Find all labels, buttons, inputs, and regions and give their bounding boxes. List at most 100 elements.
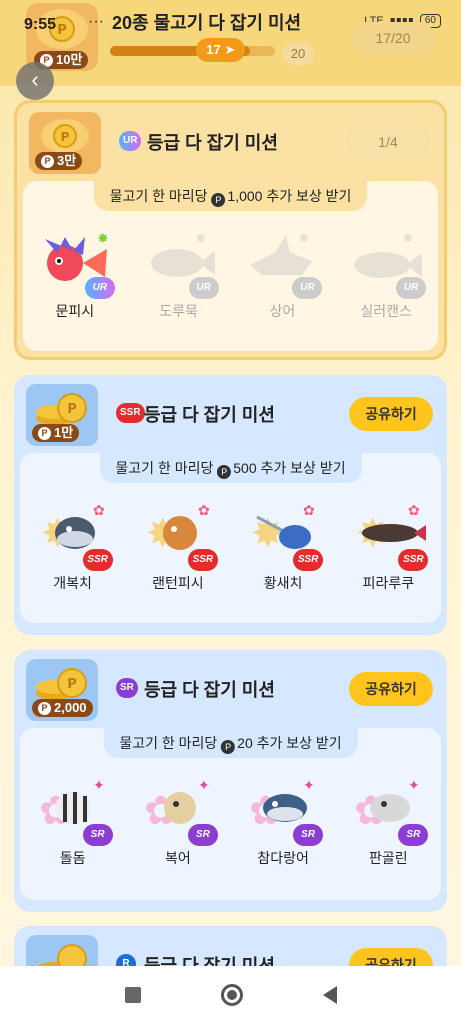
fish-item-pangolin[interactable]: ✿ ✦ SR 판골린 xyxy=(338,772,438,868)
ssr-tag: SSR xyxy=(82,549,113,571)
back-button[interactable]: ‹ xyxy=(16,62,54,100)
svg-text:✿: ✿ xyxy=(408,503,420,519)
svg-text:✦: ✦ xyxy=(198,778,210,794)
ur-tag: UR xyxy=(84,277,115,299)
hero-reward-value: 10만 xyxy=(56,52,83,67)
sr-reward-text: 물고기 한 마리당 xyxy=(119,735,218,751)
svg-text:✦: ✦ xyxy=(303,778,315,794)
sr-reward-pill: 물고기 한 마리당 P 20 추가 보상 받기 xyxy=(103,728,358,758)
ssr-reward-amount: 500 추가 보상 받기 xyxy=(233,460,346,476)
svg-text:✿: ✿ xyxy=(93,503,105,519)
top-mission-banner: P P10만 9:55 ··· LTE ▮▮▮▮ 60 20종 물고기 다 잡기… xyxy=(0,0,461,86)
ssr-tag: SSR xyxy=(187,549,218,571)
svg-text:P: P xyxy=(67,677,77,692)
ur-reward-pill: 물고기 한 마리당 P 1,000 추가 보상 받기 xyxy=(93,181,368,211)
ur-reward-value: 3만 xyxy=(57,153,77,168)
fish-name: 돌돔 xyxy=(59,850,86,866)
fish-item-arapaima[interactable]: ✸ ✿ SSR 피라루쿠 xyxy=(338,497,438,593)
fish-item-coelacanth[interactable]: ✸ UR 실러캔스 xyxy=(336,225,436,321)
ssr-reward-pill: 물고기 한 마리당 P 500 추가 보상 받기 xyxy=(99,453,362,483)
system-navigation-bar xyxy=(0,966,461,1024)
fish-name: 문피시 xyxy=(55,303,95,319)
coin-stack-thumb: P P 2,000 xyxy=(26,659,98,721)
fish-name: 상어 xyxy=(269,303,296,319)
ssr-reward-text: 물고기 한 마리당 xyxy=(115,460,214,476)
svg-text:✸: ✸ xyxy=(251,511,285,557)
svg-text:✿: ✿ xyxy=(303,503,315,519)
fish-item-sandfish[interactable]: ✸ UR 도루묵 xyxy=(129,225,229,321)
fish-item-swordfish[interactable]: ✸ ✿ SSR 황새치 xyxy=(233,497,333,593)
sr-tag: SR xyxy=(82,824,113,846)
status-time: 9:55 xyxy=(24,16,57,33)
back-icon[interactable] xyxy=(322,986,337,1004)
sr-share-button[interactable]: 공유하기 xyxy=(349,672,433,706)
fish-item-rock-bream[interactable]: ✿ ✦ SR 돌돔 xyxy=(23,772,123,868)
sr-card-title: 등급 다 잡기 미션 xyxy=(144,680,275,700)
svg-text:✦: ✦ xyxy=(408,778,420,794)
status-more-icon: ··· xyxy=(88,13,104,30)
svg-text:✸: ✸ xyxy=(298,231,310,247)
fish-name: 복어 xyxy=(164,850,191,866)
sr-tag: SR xyxy=(187,824,218,846)
hero-progress-knob: 17 ➤ xyxy=(196,38,246,62)
svg-text:P: P xyxy=(67,402,77,417)
fish-name: 실러캔스 xyxy=(360,303,412,319)
hero-progress-max: 20 xyxy=(282,43,314,65)
hero-progress-bar: 17 ➤ xyxy=(110,38,275,62)
ssr-tag: SSR xyxy=(398,549,429,571)
ur-count-button[interactable]: 1/4 xyxy=(346,125,430,159)
ur-fish-panel: 물고기 한 마리당 P 1,000 추가 보상 받기 ✸ UR 문피시 ✸ UR… xyxy=(23,181,438,351)
fish-name: 개복치 xyxy=(53,575,92,591)
hero-count-button[interactable]: 17/20 xyxy=(351,22,435,54)
fish-item-tuna[interactable]: ✿ ✦ SR 참다랑어 xyxy=(233,772,333,868)
recent-apps-icon[interactable] xyxy=(124,987,141,1003)
svg-text:✸: ✸ xyxy=(402,231,414,247)
ur-card-title: 등급 다 잡기 미션 xyxy=(147,133,278,153)
ssr-share-button[interactable]: 공유하기 xyxy=(349,397,433,431)
sr-tag: SR xyxy=(398,824,429,846)
fish-name: 판골린 xyxy=(369,850,408,866)
sr-reward-value: 2,000 xyxy=(54,700,87,715)
fish-name: 피라루쿠 xyxy=(362,575,415,591)
ssr-fish-panel: 물고기 한 마리당 P500 추가 보상 받기 ✸ ✿ SSR 개복치 ✸ xyxy=(20,453,441,623)
fish-item-sunfish[interactable]: ✸ ✿ SSR 개복치 xyxy=(23,497,123,593)
fish-name: 랜턴피시 xyxy=(152,575,204,591)
ur-reward-text: 물고기 한 마리당 xyxy=(109,188,208,204)
svg-text:P: P xyxy=(57,23,67,38)
fish-name: 참다랑어 xyxy=(257,850,309,866)
shell-coin-icon: P xyxy=(41,119,89,153)
fish-name: 황새치 xyxy=(263,575,303,591)
coin-shell-thumb: P P 3만 xyxy=(29,112,101,174)
sr-reward-badge: P 2,000 xyxy=(32,699,93,717)
ssr-reward-badge: P 1만 xyxy=(32,424,80,442)
ssr-card-title: 등급 다 잡기 미션 xyxy=(144,405,275,425)
ur-tag: UR xyxy=(188,277,219,299)
svg-text:✸: ✸ xyxy=(195,231,207,247)
ur-reward-amount: 1,000 추가 보상 받기 xyxy=(227,188,352,204)
fish-item-moonfish[interactable]: ✸ UR 문피시 xyxy=(25,225,125,321)
fish-item-lanternfish[interactable]: ✸ ✿ SSR 랜턴피시 xyxy=(128,497,228,593)
ur-tag: UR xyxy=(292,277,323,299)
ssr-rank-badge: SSR xyxy=(116,403,145,423)
ssr-mission-card: P P 1만 SSR 등급 다 잡기 미션 공유하기 물고기 한 마리당 P 500… xyxy=(14,375,447,635)
sr-reward-amount: 20 추가 보상 받기 xyxy=(237,735,342,751)
fish-name: 도루묵 xyxy=(159,303,198,319)
home-icon[interactable] xyxy=(220,984,243,1006)
hero-title: 20종 물고기 다 잡기 미션 xyxy=(112,13,302,33)
ur-reward-badge: P 3만 xyxy=(35,152,83,170)
hero-progress-current: 17 xyxy=(206,42,221,57)
svg-text:✿: ✿ xyxy=(198,503,210,519)
svg-text:P: P xyxy=(61,130,70,144)
fish-item-shark[interactable]: ✸ UR 상어 xyxy=(232,225,332,321)
coin-stack-thumb: P P 1만 xyxy=(26,384,98,446)
fish-item-pufferfish[interactable]: ✿ ✦ SR 복어 xyxy=(128,772,228,868)
ssr-reward-value: 1만 xyxy=(54,425,74,440)
sr-rank-badge: SR xyxy=(116,678,138,698)
sr-tag: SR xyxy=(293,824,324,846)
ssr-tag: SSR xyxy=(293,549,324,571)
svg-text:✦: ✦ xyxy=(93,778,105,794)
svg-text:✸: ✸ xyxy=(97,231,109,247)
sr-mission-card: P P 2,000 SR 등급 다 잡기 미션 공유하기 물고기 한 마리당 P2… xyxy=(14,650,447,912)
ur-mission-card: P P 3만 UR 등급 다 잡기 미션 1/4 물고기 한 마리당 P 1,000… xyxy=(14,100,447,360)
ur-rank-badge: UR xyxy=(119,131,142,151)
